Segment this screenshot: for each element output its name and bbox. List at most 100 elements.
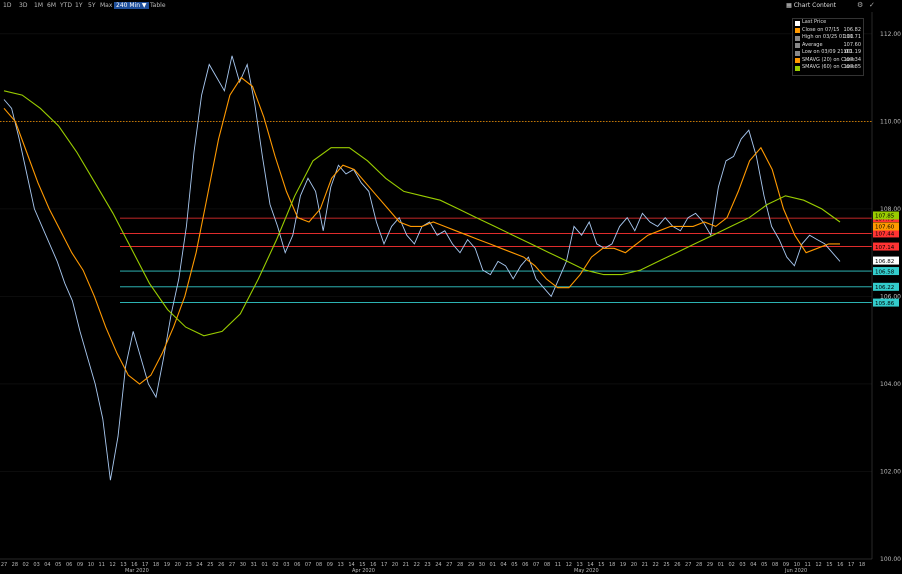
x-tick-label: 20	[392, 562, 398, 568]
legend-name: Average	[802, 41, 823, 48]
x-tick-label: 17	[381, 562, 387, 568]
x-tick-label: 25	[207, 562, 213, 568]
tf-max[interactable]: Max	[100, 2, 112, 9]
x-tick-label: 11	[99, 562, 105, 568]
x-tick-label: 01	[490, 562, 496, 568]
legend-item: High on 03/25 01:00 111.71	[793, 34, 863, 42]
x-tick-label: 27	[446, 562, 452, 568]
tf-table[interactable]: Table	[150, 2, 166, 9]
x-tick-label: 05	[55, 562, 61, 568]
x-tick-label: 10	[88, 562, 94, 568]
price-tag-label: 107.14	[875, 245, 895, 251]
x-tick-label: 07	[533, 562, 539, 568]
x-tick-label: 26	[674, 562, 680, 568]
x-tick-label: 08	[544, 562, 550, 568]
x-tick-label: 01	[261, 562, 267, 568]
x-tick-label: 12	[566, 562, 572, 568]
price-tag-label: 106.58	[875, 269, 895, 275]
x-tick-label: 17	[848, 562, 854, 568]
settings-gear-icon[interactable]: ⚙	[857, 1, 863, 9]
x-tick-label: 03	[739, 562, 745, 568]
axis-value-label: 107.60	[875, 225, 895, 231]
y-tick-label: 100.00	[880, 556, 901, 563]
x-tick-label: 08	[772, 562, 778, 568]
x-tick-label: 28	[12, 562, 18, 568]
legend-item: SMAVG (20) on Close 107.34	[793, 57, 863, 65]
legend-value: 107.34	[843, 56, 862, 63]
x-tick-label: 07	[305, 562, 311, 568]
timeframe-toolbar: 1D 3D 1M 6M YTD 1Y 5Y Max 240 Min ▼ Tabl…	[0, 0, 902, 12]
price-tag-label: 107.44	[875, 232, 895, 238]
tf-6m[interactable]: 6M	[47, 2, 56, 9]
x-tick-label: 22	[652, 562, 658, 568]
x-tick-label: 13	[337, 562, 343, 568]
x-tick-label: 20	[631, 562, 637, 568]
tf-3d[interactable]: 3D	[19, 2, 27, 9]
legend-name: Close on 07/15	[802, 26, 840, 33]
x-tick-label: 12	[109, 562, 115, 568]
legend-swatch	[795, 43, 800, 48]
legend-item: Close on 07/15 106.82	[793, 27, 863, 35]
chart-content-label: Chart Content	[793, 2, 836, 9]
x-tick-label: 04	[44, 562, 50, 568]
legend-swatch	[795, 28, 800, 33]
x-tick-label: 05	[511, 562, 517, 568]
x-tick-label: 06	[522, 562, 528, 568]
x-tick-label: 23	[185, 562, 191, 568]
tf-240min[interactable]: 240 Min ▼	[114, 2, 149, 9]
x-tick-label: 02	[23, 562, 29, 568]
tf-1m[interactable]: 1M	[34, 2, 43, 9]
legend-name: Last Price	[802, 19, 827, 25]
legend-item: Last Price	[793, 19, 863, 27]
x-tick-label: 15	[598, 562, 604, 568]
x-tick-label: 24	[435, 562, 441, 568]
x-tick-label: 30	[479, 562, 485, 568]
x-tick-label: 28	[696, 562, 702, 568]
x-tick-label: 18	[153, 562, 159, 568]
month-label-may: May 2020	[574, 568, 599, 574]
x-tick-label: 25	[663, 562, 669, 568]
x-tick-label: 05	[761, 562, 767, 568]
x-tick-label: 15	[826, 562, 832, 568]
x-tick-label: 21	[403, 562, 409, 568]
tf-1y[interactable]: 1Y	[75, 2, 82, 9]
x-tick-label: 04	[500, 562, 506, 568]
legend-swatch	[795, 20, 800, 26]
legend-value: 107.85	[843, 64, 862, 70]
x-tick-label: 16	[837, 562, 843, 568]
tf-1d[interactable]: 1D	[3, 2, 11, 9]
axis-value-label: 107.85	[875, 214, 895, 220]
x-tick-label: 19	[620, 562, 626, 568]
x-tick-label: 08	[316, 562, 322, 568]
x-tick-label: 31	[251, 562, 257, 568]
tf-5y[interactable]: 5Y	[88, 2, 95, 9]
x-tick-label: 29	[468, 562, 474, 568]
x-tick-label: 06	[294, 562, 300, 568]
x-tick-label: 27	[685, 562, 691, 568]
legend-swatch	[795, 58, 800, 63]
legend-value: 106.82	[843, 26, 862, 33]
x-tick-label: 11	[555, 562, 561, 568]
x-tick-label: 18	[609, 562, 615, 568]
x-tick-label: 12	[815, 562, 821, 568]
legend-swatch	[795, 50, 800, 56]
chart-options-icon[interactable]: ✓	[869, 1, 875, 9]
month-label-mar: Mar 2020	[125, 568, 149, 574]
x-tick-label: 24	[196, 562, 202, 568]
legend-item: SMAVG (60) on Close 107.85	[793, 64, 863, 72]
x-tick-label: 20	[175, 562, 181, 568]
x-tick-label: 02	[728, 562, 734, 568]
chart-content-button[interactable]: ▦ Chart Content	[786, 2, 836, 9]
month-label-jun: Jun 2020	[785, 568, 808, 574]
tf-ytd[interactable]: YTD	[60, 2, 72, 9]
x-tick-label: 03	[283, 562, 289, 568]
x-tick-label: 06	[66, 562, 72, 568]
price-tag-label: 105.86	[875, 301, 895, 307]
x-tick-label: 09	[77, 562, 83, 568]
x-tick-label: 21	[642, 562, 648, 568]
x-tick-label: 30	[240, 562, 246, 568]
x-tick-label: 23	[424, 562, 430, 568]
x-tick-label: 28	[457, 562, 463, 568]
legend-value: 107.60	[843, 41, 862, 48]
x-tick-label: 18	[859, 562, 865, 568]
